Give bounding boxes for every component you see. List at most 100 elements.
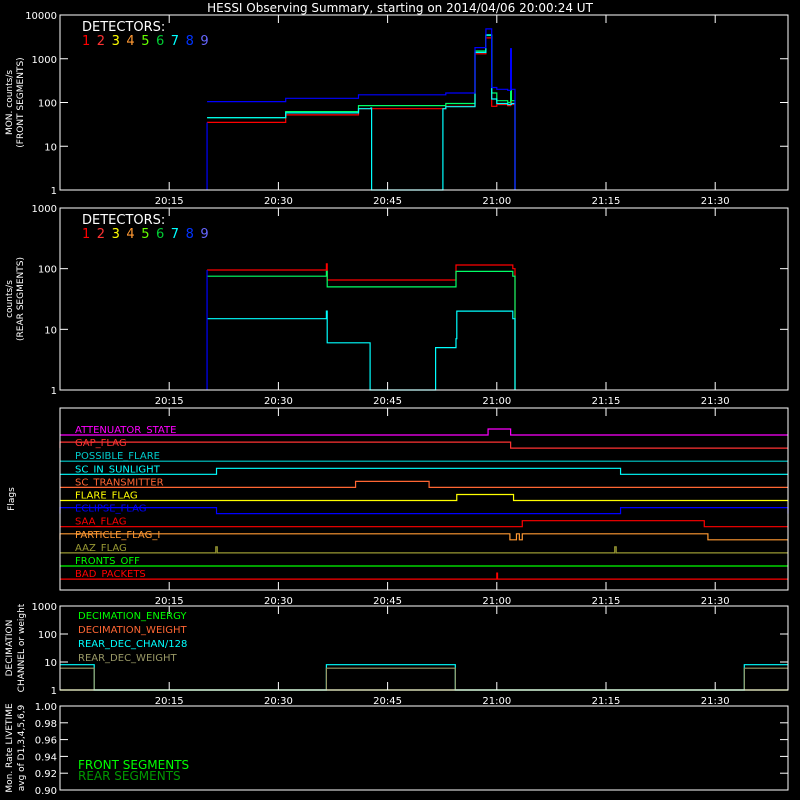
legend-detector-1-2: 2 (97, 227, 105, 242)
flag-label-attenuator_state: ATTENUATOR_STATE (75, 425, 176, 436)
legend-detector-0-7: 7 (171, 34, 179, 49)
panel-1-ytick-label: 1 (51, 386, 57, 397)
panel-0-xtick-label: 21:30 (701, 196, 730, 207)
panel-1-xtick-label: 21:30 (701, 396, 730, 407)
panel-1-ylabel: counts/s (5, 280, 15, 318)
flag-label-fronts_off: FRONTS_OFF (75, 556, 140, 567)
series-line-0-1 (207, 37, 516, 190)
flag-line-aaz_flag (60, 546, 788, 554)
series-line-0-7 (207, 34, 516, 191)
legend-detector-1-4: 4 (126, 227, 134, 242)
series-line-0-6 (207, 34, 516, 190)
panel-3-xtick-label: 20:45 (373, 696, 402, 707)
legend-detector-1-3: 3 (112, 227, 120, 242)
legend-detector-1-7: 7 (171, 227, 179, 242)
legend-decimation-0: DECIMATION_ENERGY (78, 611, 187, 622)
panel-0-xtick-label: 21:15 (592, 196, 621, 207)
panel-3-xtick-label: 21:00 (482, 696, 511, 707)
legend-detector-1-5: 5 (141, 227, 149, 242)
panel-3-ytick-label: 100 (38, 630, 57, 641)
panel-4-ytick-label: 0.90 (35, 786, 57, 797)
panel-4-ylabel-1: Mon. Rate LIVETIME (5, 703, 15, 793)
panel-0-ytick-label: 100 (38, 99, 57, 110)
panel-3-ytick-label: 1 (51, 686, 57, 697)
panel-2-xtick-label: 21:30 (701, 596, 730, 607)
series-line-1-1 (207, 263, 516, 390)
flag-label-particle_flag_i: PARTICLE_FLAG_I (75, 530, 160, 541)
flag-label-flare_flag: FLARE_FLAG (75, 491, 138, 502)
legend-detector-1-9: 9 (200, 227, 208, 242)
panel-4-ytick-label: 0.98 (35, 719, 57, 730)
legend-detector-0-5: 5 (141, 34, 149, 49)
panel-2-xtick-label: 20:30 (264, 596, 293, 607)
panel-1-ylabel: (REAR SEGMENTS) (16, 257, 26, 341)
legend-detector-1-1: 1 (82, 227, 90, 242)
panel-3-ylabel-1: DECIMATION (5, 620, 15, 677)
flag-line-sc_transmitter (60, 480, 788, 488)
panel-3-xtick-label: 20:15 (155, 696, 184, 707)
legend-detector-0-6: 6 (156, 34, 164, 49)
flag-label-bad_packets: BAD_PACKETS (75, 569, 146, 580)
panel-1-ytick-label: 1000 (32, 204, 57, 215)
panel-1-ytick-label: 10 (44, 325, 57, 336)
panel-0-frame (59, 14, 789, 191)
panel-0-xtick-label: 20:45 (373, 196, 402, 207)
legend-decimation-1: DECIMATION_WEIGHT (78, 625, 187, 636)
legend-detector-0-9: 9 (200, 34, 208, 49)
legend-detector-0-4: 4 (126, 34, 134, 49)
legend-title-1: DETECTORS: (82, 213, 165, 228)
flag-label-aaz_flag: AAZ_FLAG (75, 543, 127, 554)
flag-line-gap_flag (59, 441, 788, 449)
panel-1-frame (59, 207, 789, 391)
panel-0-ylabel: (FRONT SEGMENTS) (16, 57, 26, 147)
panel-2-xtick-label: 20:45 (373, 596, 402, 607)
legend-detector-1-6: 6 (156, 227, 164, 242)
legend-detector-0-3: 3 (112, 34, 120, 49)
flag-label-sc_transmitter: SC_TRANSMITTER (75, 477, 164, 488)
panel-3-ytick-label: 10 (44, 658, 57, 669)
panel-0-ytick-label: 10000 (25, 11, 57, 22)
series-line-1-5 (207, 270, 516, 390)
panel-2-ylabel: Flags (7, 487, 17, 511)
flag-label-sc_in_sunlight: SC_IN_SUNLIGHT (75, 464, 161, 475)
flag-line-eclipse_flag (59, 507, 789, 515)
series-line-1-7 (207, 310, 516, 391)
legend-decimation-3: REAR_DEC_WEIGHT (78, 653, 177, 664)
legend-detector-0-8: 8 (186, 34, 194, 49)
panel-3-xtick-label: 21:30 (701, 696, 730, 707)
panel-0-ylabel: MON. counts/s (5, 70, 15, 135)
flag-line-flare_flag (60, 493, 788, 502)
legend-detector-1-8: 8 (186, 227, 194, 242)
flag-label-saa_flag: SAA_FLAG (75, 517, 126, 528)
flag-line-particle_flag_i (59, 533, 788, 541)
series-line-0-8 (207, 28, 516, 190)
legend-decimation-2: REAR_DEC_CHAN/128 (78, 639, 187, 650)
flag-label-gap_flag: GAP_FLAG (75, 438, 127, 449)
panel-4-ytick-label: 0.94 (35, 752, 57, 763)
panel-0-xtick-label: 20:15 (155, 196, 184, 207)
panel-2-xtick-label: 21:00 (482, 596, 511, 607)
observing-summary-chart: 1 10 100 1000 10000 20:15 20:30 20:45 21:00 21:15… (5, 11, 789, 797)
flag-label-possible_flare: POSSIBLE_FLARE (75, 451, 160, 462)
panel-2-xtick-label: 21:15 (592, 596, 621, 607)
panel-0-ytick-label: 10 (44, 142, 57, 153)
panel-4-ylabel-2: avg of D1,3,4,5,6,9 (17, 704, 27, 791)
panel-4-ytick-label: 0.92 (35, 769, 57, 780)
panel-4-ytick-label: 1.00 (35, 702, 57, 713)
panel-2-xtick-label: 20:15 (155, 596, 184, 607)
legend-detector-0-1: 1 (82, 34, 90, 49)
panel-1-xtick-label: 20:30 (264, 396, 293, 407)
panel-3-xtick-label: 21:15 (592, 696, 621, 707)
panel-3-ylabel-2: CHANNEL or weight (17, 603, 27, 692)
panel-3-xtick-label: 20:30 (264, 696, 293, 707)
flag-line-sc_in_sunlight (60, 467, 788, 475)
legend-title-0: DETECTORS: (82, 20, 165, 35)
panel-0-ytick-label: 1000 (32, 55, 57, 66)
panel-4-ytick-label: 0.96 (35, 736, 57, 747)
panel-3-ytick-label: 1000 (32, 602, 57, 613)
panel-0-xtick-label: 21:00 (482, 196, 511, 207)
panel-1-xtick-label: 21:00 (482, 396, 511, 407)
legend-livetime-1: REAR SEGMENTS (78, 769, 181, 783)
flag-line-saa_flag (60, 520, 788, 528)
flag-line-bad_packets (60, 572, 788, 580)
